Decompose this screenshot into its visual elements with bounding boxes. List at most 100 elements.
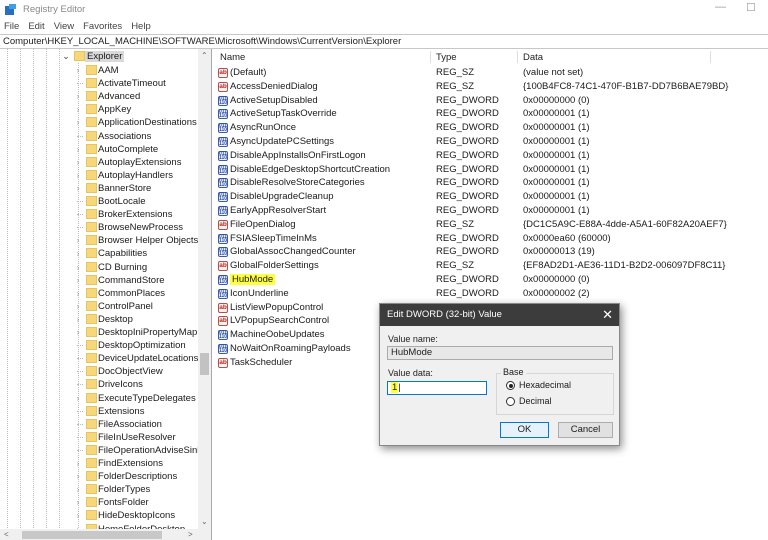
chevron-right-icon[interactable]: › [74, 236, 82, 245]
value-row[interactable]: 011 110 GlobalAssocChangedCounter REG_DWOR… [214, 245, 768, 259]
value-row[interactable]: ab GlobalFolderSettings REG_SZ {EF8AD2D1-AE… [214, 259, 768, 273]
tree-node[interactable]: ActivateTimeout [0, 77, 198, 90]
tree-node[interactable]: › Advanced [0, 90, 198, 103]
menu-favorites[interactable]: Favorites [83, 21, 122, 32]
chevron-right-icon[interactable]: › [74, 118, 82, 127]
value-row[interactable]: 011 110 DisableResolveStoreCategories REG_… [214, 176, 768, 190]
tree-node[interactable]: BrowseNewProcess [0, 221, 198, 234]
menu-help[interactable]: Help [131, 21, 151, 32]
tree-node[interactable]: › CommandStore [0, 274, 198, 287]
tree-node[interactable]: › AAM [0, 64, 198, 77]
tree-node[interactable]: › AutoplayExtensions [0, 156, 198, 169]
chevron-right-icon[interactable]: › [74, 472, 82, 481]
column-header-data[interactable]: Data [523, 52, 543, 63]
tree-node[interactable]: BootLocale [0, 195, 198, 208]
minimize-button[interactable]: — [715, 1, 726, 13]
menu-file[interactable]: File [4, 21, 19, 32]
value-row[interactable]: 011 110 DisableUpgradeCleanup REG_DWORD 0x0… [214, 190, 768, 204]
tree-node-explorer[interactable]: ⌄ Explorer [0, 50, 198, 63]
chevron-right-icon[interactable]: › [74, 302, 82, 311]
tree-node[interactable]: DeviceUpdateLocations [0, 352, 198, 365]
tree-node[interactable]: › DesktopIniPropertyMap [0, 326, 198, 339]
chevron-right-icon[interactable]: › [74, 92, 82, 101]
tree-node[interactable]: › FolderDescriptions [0, 470, 198, 483]
chevron-right-icon[interactable]: › [74, 315, 82, 324]
tree-node[interactable]: FileInUseResolver [0, 431, 198, 444]
tree-node[interactable]: › CommonPlaces [0, 287, 198, 300]
chevron-right-icon[interactable]: › [74, 158, 82, 167]
tree-node[interactable]: FileOperationAdviseSinks [0, 444, 207, 457]
tree-node[interactable]: Associations [0, 130, 198, 143]
tree-node[interactable]: › FolderTypes [0, 483, 198, 496]
value-row[interactable]: ab (Default) REG_SZ (value not set) [214, 66, 768, 80]
tree-vertical-scroll-thumb[interactable] [200, 353, 209, 375]
chevron-right-icon[interactable]: › [74, 276, 82, 285]
tree-node[interactable]: › AppKey [0, 103, 198, 116]
chevron-right-icon[interactable]: › [74, 171, 82, 180]
value-name-field[interactable]: HubMode [387, 346, 613, 360]
tree-node[interactable]: › ApplicationDestinations [0, 116, 198, 129]
scroll-down-icon[interactable]: ⌄ [201, 517, 208, 526]
value-row[interactable]: 011 110 FSIASleepTimeInMs REG_DWORD 0x0000e… [214, 232, 768, 246]
chevron-right-icon[interactable]: › [74, 498, 82, 507]
value-row[interactable]: 011 110 HubMode REG_DWORD 0x00000000 (0) [214, 273, 768, 287]
maximize-button[interactable]: ☐ [746, 1, 756, 14]
value-row[interactable]: 011 110 AsyncUpdatePCSettings REG_DWORD 0x0… [214, 135, 768, 149]
value-row[interactable]: 011 110 ActiveSetupTaskOverride REG_DWORD 0… [214, 107, 768, 121]
menu-edit[interactable]: Edit [28, 21, 44, 32]
value-row[interactable]: ab AccessDeniedDialog REG_SZ {100B4FC8-74C1… [214, 80, 768, 94]
menu-view[interactable]: View [54, 21, 74, 32]
tree-node[interactable]: DesktopOptimization [0, 339, 198, 352]
tree-node[interactable]: › ControlPanel [0, 300, 198, 313]
tree-node[interactable]: › Desktop [0, 313, 198, 326]
cancel-button[interactable]: Cancel [558, 422, 613, 438]
chevron-right-icon[interactable]: › [74, 184, 82, 193]
value-row[interactable]: 011 110 DisableEdgeDesktopShortcutCreatio… [214, 163, 768, 177]
tree-node[interactable]: BrokerExtensions [0, 208, 198, 221]
decimal-label[interactable]: Decimal [519, 396, 552, 406]
tree-node[interactable]: FileAssociation [0, 418, 198, 431]
tree-node[interactable]: DocObjectView [0, 365, 198, 378]
value-data-field[interactable]: 1| [387, 381, 487, 395]
tree-horizontal-scroll-thumb[interactable] [22, 531, 162, 539]
chevron-right-icon[interactable]: › [74, 485, 82, 494]
tree-node[interactable]: › FindExtensions [0, 457, 198, 470]
column-header-name[interactable]: Name [220, 52, 245, 63]
close-icon[interactable]: ✕ [602, 304, 613, 326]
tree-node[interactable]: › BannerStore [0, 182, 198, 195]
scroll-right-icon[interactable]: > [188, 530, 193, 539]
tree-node[interactable]: › Capabilities [0, 247, 198, 260]
tree-node[interactable]: › CD Burning [0, 261, 198, 274]
tree-node[interactable]: › AutoComplete [0, 143, 198, 156]
decimal-radio[interactable] [506, 397, 515, 406]
tree-node[interactable]: DriveIcons [0, 378, 198, 391]
value-row[interactable]: 011 110 EarlyAppResolverStart REG_DWORD 0x0… [214, 204, 768, 218]
ok-button[interactable]: OK [500, 422, 549, 438]
value-row[interactable]: 011 110 IconUnderline REG_DWORD 0x00000002 … [214, 287, 768, 301]
scroll-left-icon[interactable]: < [4, 530, 9, 539]
value-row[interactable]: 011 110 DisableAppInstallsOnFirstLogon REG… [214, 149, 768, 163]
address-bar[interactable]: Computer\HKEY_LOCAL_MACHINE\SOFTWARE\Mic… [0, 34, 768, 49]
tree-vertical-scrollbar[interactable] [198, 49, 211, 529]
tree-node[interactable]: Extensions [0, 405, 198, 418]
chevron-right-icon[interactable]: › [74, 459, 82, 468]
chevron-right-icon[interactable]: › [74, 263, 82, 272]
chevron-right-icon[interactable]: › [74, 394, 82, 403]
tree-node[interactable]: › ExecuteTypeDelegates [0, 392, 198, 405]
chevron-right-icon[interactable]: › [74, 145, 82, 154]
chevron-right-icon[interactable]: › [74, 249, 82, 258]
tree-node[interactable]: › AutoplayHandlers [0, 169, 198, 182]
chevron-right-icon[interactable]: › [74, 66, 82, 75]
scroll-up-icon[interactable]: ⌃ [201, 51, 208, 60]
tree-node[interactable]: › HideDesktopIcons [0, 509, 198, 522]
chevron-right-icon[interactable]: › [74, 289, 82, 298]
tree-node[interactable]: › FontsFolder [0, 496, 198, 509]
value-row[interactable]: 011 110 AsyncRunOnce REG_DWORD 0x00000001 (… [214, 121, 768, 135]
value-row[interactable]: 011 110 ActiveSetupDisabled REG_DWORD 0x000… [214, 94, 768, 108]
hexadecimal-label[interactable]: Hexadecimal [519, 380, 571, 390]
tree-node[interactable]: › Browser Helper Objects [0, 234, 198, 247]
chevron-right-icon[interactable]: › [74, 105, 82, 114]
chevron-right-icon[interactable]: › [74, 328, 82, 337]
chevron-down-icon[interactable]: ⌄ [62, 51, 70, 62]
hexadecimal-radio[interactable] [506, 381, 515, 390]
